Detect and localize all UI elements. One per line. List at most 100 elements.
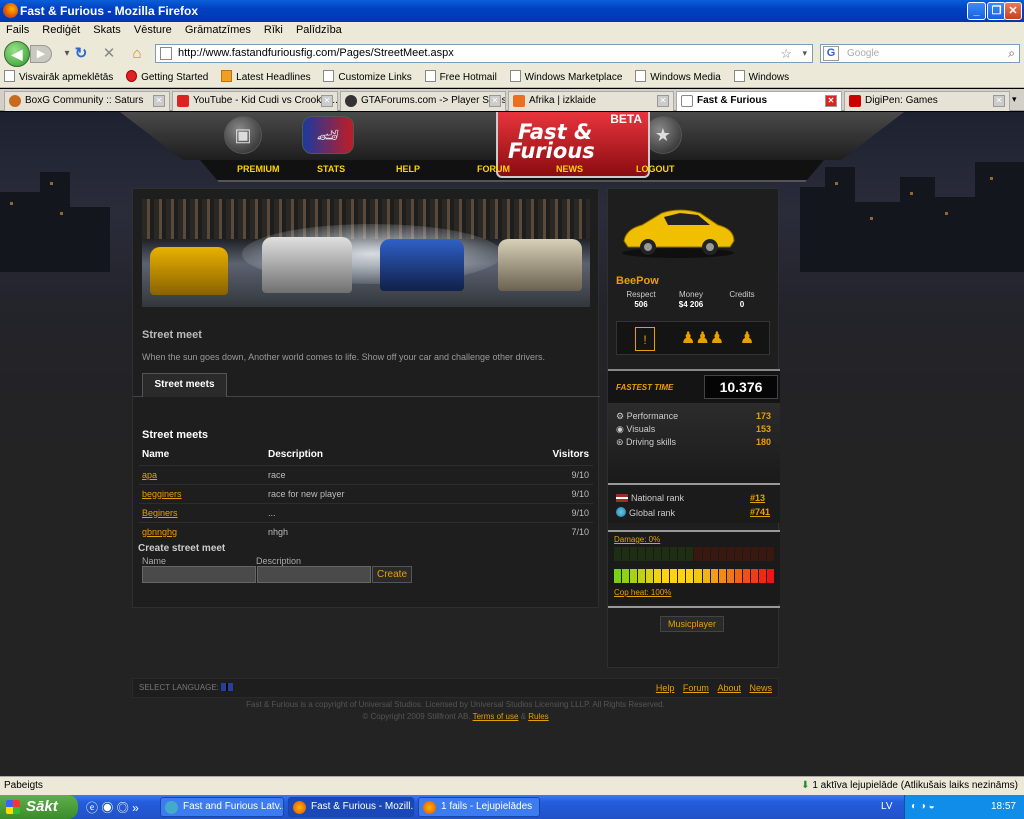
nav-stats[interactable]: STATS [317,164,345,174]
language-indicator[interactable]: LV [881,795,893,819]
meter-segment [766,547,774,561]
tab-list-icon[interactable]: ▾ [1012,94,1017,105]
damage-label[interactable]: Damage: 0% [614,535,660,544]
footer-link-about[interactable]: About [717,683,741,693]
tab-label: GTAForums.com -> Player Skins [361,95,506,106]
language-selector[interactable]: SELECT LANGUAGE: [139,683,236,692]
cop-heat-label[interactable]: Cop heat: 100% [614,588,671,597]
player-username[interactable]: BeePow [616,275,659,287]
bookmark-item[interactable]: Getting Started [126,70,208,83]
task-firefox[interactable]: Fast & Furious - Mozill... [288,797,414,817]
tab-street-meets[interactable]: Street meets [142,373,227,397]
nav-help[interactable]: HELP [396,164,420,174]
task-fast-furious-latvia[interactable]: Fast and Furious Latv... [160,797,284,817]
meter-segment [638,569,646,583]
meet-name-link[interactable]: apa [142,470,157,480]
bookmark-item[interactable]: Windows [733,70,789,83]
forward-button[interactable]: ▶ [30,45,52,63]
ie-icon[interactable]: ⓔ [86,801,98,815]
back-button[interactable]: ◀ [4,41,30,67]
tab-label: DigiPen: Games [865,95,938,106]
url-text: http://www.fastandfuriousfig.com/Pages/S… [178,47,454,59]
meter-segment [710,569,718,583]
nav-news[interactable]: NEWS [556,164,583,174]
meet-description-input[interactable] [257,566,371,583]
meter-segment [678,547,686,561]
person-icon[interactable]: ♟ [737,327,757,351]
close-tab-icon[interactable]: ✕ [321,95,333,107]
firefox-icon[interactable]: ◉ [101,801,113,815]
start-button[interactable]: Sākt [0,795,78,819]
menu-view[interactable]: Skats [93,24,121,36]
uk-flag-icon[interactable] [221,683,234,691]
search-icon[interactable]: ⌕ [1008,45,1015,62]
home-icon[interactable]: ⌂ [128,45,146,63]
cop-heat-meter [614,569,774,583]
musicplayer-button[interactable]: Musicplayer [660,616,724,632]
bookmark-item[interactable]: Windows Media [635,70,721,83]
meet-name-link[interactable]: Beginers [142,508,178,518]
garage-icon[interactable]: ▣ [224,116,262,154]
close-button[interactable]: ✕ [1004,2,1022,20]
task-downloads[interactable]: 1 fails - Lejupielādes [418,797,540,817]
menu-tools[interactable]: Rīki [264,24,283,36]
footer-link-forum[interactable]: Forum [683,683,709,693]
group-icon[interactable]: ♟♟♟ [681,327,724,351]
bookmark-star-icon[interactable]: ☆ [780,45,792,62]
tab-digipen[interactable]: DigiPen: Games ✕ [844,91,1010,111]
menu-edit[interactable]: Rediģēt [42,24,80,36]
bookmark-item[interactable]: Free Hotmail [424,70,497,83]
nav-premium[interactable]: PREMIUM [237,164,280,174]
close-tab-icon[interactable]: ✕ [657,95,669,107]
close-tab-icon[interactable]: ✕ [153,95,165,107]
create-button[interactable]: Create [372,566,412,583]
nav-forum[interactable]: FORUM [477,164,510,174]
tab-fast-furious[interactable]: Fast & Furious ✕ [676,91,842,111]
beta-label: BETA [610,112,642,126]
national-rank-link[interactable]: #13 [750,493,765,503]
menu-bookmarks[interactable]: Grāmatzīmes [185,24,251,36]
bookmark-item[interactable]: Visvairāk apmeklētās [4,70,113,83]
stop-icon[interactable]: ✕ [100,45,118,63]
terms-link[interactable]: Terms of use [473,712,519,721]
menu-history[interactable]: Vēsture [134,24,172,36]
meter-segment [622,547,630,561]
search-field[interactable]: G Google ⌕ [820,44,1020,63]
footer-link-news[interactable]: News [749,683,772,693]
close-tab-icon[interactable]: ✕ [489,95,501,107]
clock: 18:57 [990,801,1016,812]
meet-name-link[interactable]: begginers [142,489,182,499]
rules-link[interactable]: Rules [528,712,548,721]
tray-icons[interactable]: ◐ ◑ ◒ [911,801,935,812]
google-icon[interactable]: G [823,46,839,61]
tab-gtaforums[interactable]: GTAForums.com -> Player Skins ✕ [340,91,506,111]
url-dropdown-icon[interactable]: ▾ [802,45,807,62]
close-tab-icon[interactable]: ✕ [825,95,837,107]
bookmark-item[interactable]: Latest Headlines [221,70,311,83]
meet-description: ... [265,502,478,522]
tab-youtube[interactable]: YouTube - Kid Cudi vs Crooker... ✕ [172,91,338,111]
meet-name-input[interactable] [142,566,256,583]
meet-visitors: 9/10 [477,483,593,503]
nav-logout[interactable]: LOGOUT [636,164,675,174]
tab-boxg[interactable]: BoxG Community :: Saturs ✕ [4,91,170,111]
menu-file[interactable]: Fails [6,24,29,36]
meter-segment [654,569,662,583]
reload-icon[interactable]: ↻ [72,45,90,63]
bookmark-item[interactable]: Customize Links [323,70,412,83]
race-cars-icon[interactable]: 🏎 [302,116,354,154]
footer-link-help[interactable]: Help [656,683,675,693]
meet-name-link[interactable]: gbnnghg [142,527,177,537]
close-tab-icon[interactable]: ✕ [993,95,1005,107]
media-icon[interactable]: ◎ [117,801,129,815]
page-icon [424,70,436,82]
player-car-image [622,209,735,258]
tab-afrika[interactable]: Afrika | izklaide ✕ [508,91,674,111]
url-field[interactable]: http://www.fastandfuriousfig.com/Pages/S… [155,44,813,63]
minimize-button[interactable]: _ [967,2,986,20]
menu-help[interactable]: Palīdzība [296,24,342,36]
download-status[interactable]: ⬇ 1 aktīva lejupielāde (Atlikušais laiks… [801,777,1018,795]
bookmark-item[interactable]: Windows Marketplace [509,70,622,83]
global-rank-link[interactable]: #741 [750,507,770,517]
alert-icon[interactable]: ! [635,327,655,351]
